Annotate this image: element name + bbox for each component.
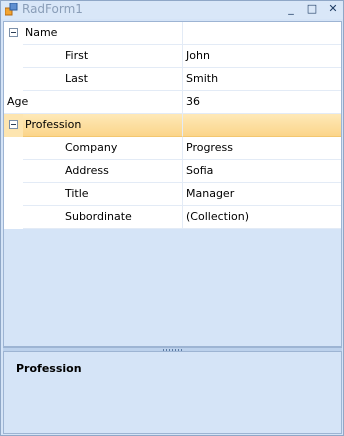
property-row-address[interactable]: Address Sofia — [4, 160, 341, 183]
property-name: Name — [23, 22, 183, 45]
property-value[interactable]: (Collection) — [183, 206, 341, 229]
property-row-title[interactable]: Title Manager — [4, 183, 341, 206]
property-row-profession[interactable]: Profession — [4, 114, 341, 137]
row-gutter — [4, 183, 23, 206]
window-title: RadForm1 — [22, 2, 83, 16]
property-grid-rows: Name First John Last Smith Age 36 Profes… — [4, 22, 341, 229]
collapse-icon[interactable] — [9, 120, 18, 129]
property-name: Last — [23, 68, 183, 91]
property-name: Company — [23, 137, 183, 160]
row-gutter — [4, 22, 23, 45]
property-value[interactable]: 36 — [183, 91, 341, 114]
property-name: Age — [4, 91, 183, 114]
property-row-name[interactable]: Name — [4, 22, 341, 45]
close-button[interactable]: ✕ — [325, 2, 341, 16]
splitter-grip-icon[interactable] — [163, 349, 183, 351]
property-row-company[interactable]: Company Progress — [4, 137, 341, 160]
help-panel: Profession — [3, 352, 342, 434]
property-value[interactable]: John — [183, 45, 341, 68]
row-gutter — [4, 137, 23, 160]
property-value[interactable]: Sofia — [183, 160, 341, 183]
property-row-first[interactable]: First John — [4, 45, 341, 68]
collapse-icon[interactable] — [9, 28, 18, 37]
property-value[interactable]: Progress — [183, 137, 341, 160]
row-gutter — [4, 114, 23, 137]
row-gutter — [4, 206, 23, 229]
row-gutter — [4, 160, 23, 183]
property-name: Address — [23, 160, 183, 183]
property-value[interactable]: Smith — [183, 68, 341, 91]
property-row-last[interactable]: Last Smith — [4, 68, 341, 91]
minimize-button[interactable]: _ — [283, 2, 299, 16]
property-row-age[interactable]: Age 36 — [4, 91, 341, 114]
title-bar[interactable]: RadForm1 _ □ ✕ — [1, 1, 343, 19]
property-grid[interactable]: Name First John Last Smith Age 36 Profes… — [3, 21, 342, 347]
property-name: Subordinate — [23, 206, 183, 229]
row-gutter — [4, 45, 23, 68]
property-value[interactable]: Manager — [183, 183, 341, 206]
row-gutter — [4, 68, 23, 91]
property-name: First — [23, 45, 183, 68]
property-value[interactable] — [183, 114, 341, 137]
maximize-button[interactable]: □ — [304, 2, 320, 16]
property-name: Profession — [23, 114, 183, 137]
form-window: RadForm1 _ □ ✕ Name First John Last Smit… — [0, 0, 344, 436]
property-value[interactable] — [183, 22, 341, 45]
app-icon — [5, 3, 18, 16]
help-title: Profession — [16, 362, 82, 375]
property-name: Title — [23, 183, 183, 206]
property-row-subordinate[interactable]: Subordinate (Collection) — [4, 206, 341, 229]
